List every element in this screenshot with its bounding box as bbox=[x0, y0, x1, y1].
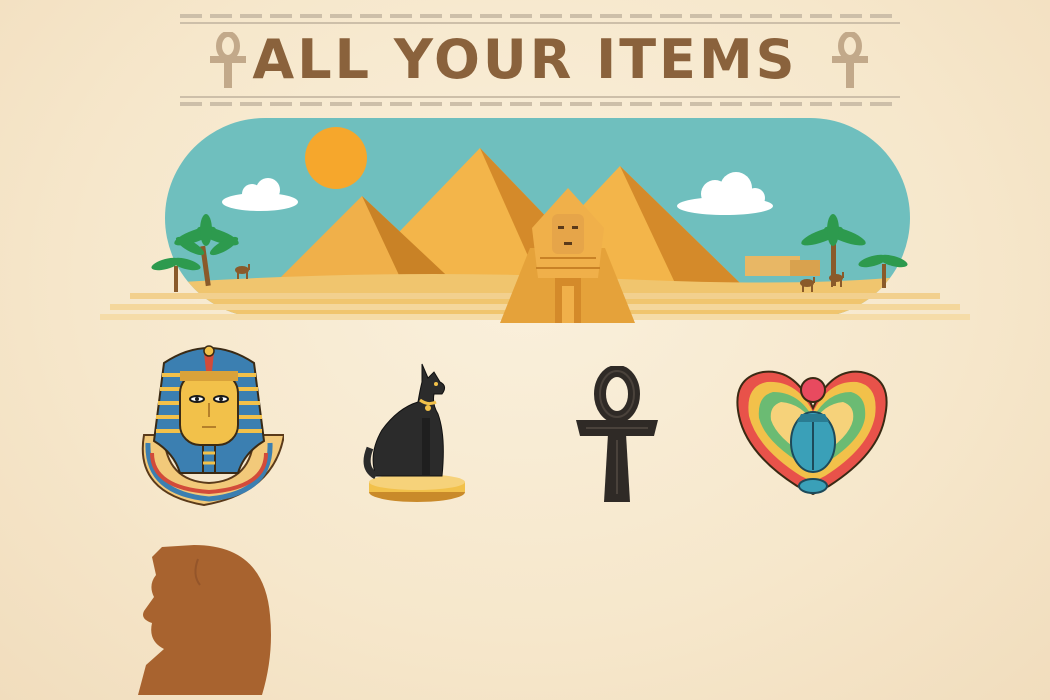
pharaoh-mask-item[interactable] bbox=[134, 343, 284, 508]
ankh-item[interactable] bbox=[574, 366, 660, 506]
desert-scene-banner bbox=[100, 118, 970, 327]
queen-head-locked-item[interactable] bbox=[134, 545, 274, 695]
bastet-cat-item[interactable] bbox=[362, 358, 472, 506]
ankh-title-right-icon bbox=[830, 31, 870, 94]
scarab-item[interactable] bbox=[735, 368, 890, 496]
page-title: ALL YOUR ITEMS bbox=[252, 28, 798, 91]
header-top-border bbox=[180, 14, 900, 18]
header-bottom-line bbox=[180, 96, 900, 98]
header-bottom-border bbox=[180, 102, 900, 106]
header-top-line bbox=[180, 22, 900, 24]
